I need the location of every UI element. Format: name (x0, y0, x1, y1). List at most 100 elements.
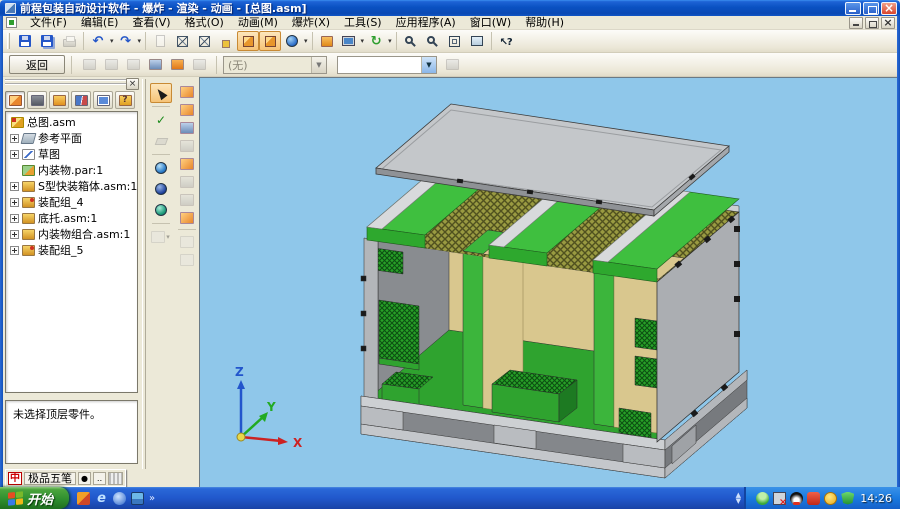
antivirus-shield-icon[interactable] (841, 492, 854, 505)
ime-language-indicator[interactable]: 中 (8, 472, 22, 485)
sketch-validate-button[interactable] (150, 110, 172, 130)
coin-utility-icon[interactable] (824, 492, 837, 505)
apply-config-button[interactable] (441, 55, 463, 75)
explode-config-button[interactable] (122, 55, 144, 75)
taskbar-clock[interactable]: 14:26 (860, 492, 892, 505)
tree-item-contents-combo[interactable]: 内装物组合.asm:1 (6, 226, 137, 242)
dropdown-arrow[interactable]: ▾ (166, 233, 170, 241)
paste-button[interactable] (149, 31, 171, 51)
explode-auto-button[interactable] (78, 55, 100, 75)
select-tool-button[interactable] (150, 83, 172, 103)
close-button[interactable] (881, 2, 897, 15)
render-dropdown-arrow[interactable]: ▾ (304, 37, 308, 45)
menu-view[interactable]: 查看(V) (125, 16, 177, 30)
im-online-icon[interactable] (756, 492, 769, 505)
undo-button[interactable] (87, 31, 109, 51)
zoom-button[interactable] (422, 31, 444, 51)
animate-assembly-button[interactable] (176, 101, 198, 118)
ime-bar[interactable]: 中 极品五笔 ● ‥ (5, 469, 126, 487)
tab-library[interactable] (27, 91, 47, 109)
settings-tool-button[interactable] (188, 55, 210, 75)
print-button[interactable] (58, 31, 80, 51)
rotate-view-button[interactable] (365, 31, 387, 51)
expand-icon[interactable] (10, 214, 19, 223)
tree-item-sketch[interactable]: 草图 (6, 146, 137, 162)
tab-layers[interactable] (71, 91, 91, 109)
qq-messenger-icon[interactable] (790, 492, 803, 505)
tab-sensors[interactable] (93, 91, 113, 109)
menu-applications[interactable]: 应用程序(A) (389, 16, 463, 30)
name-combobox[interactable]: ▼ (337, 56, 437, 74)
mdi-minimize-button[interactable] (849, 17, 863, 29)
toolbar-grip[interactable] (7, 33, 10, 49)
media-app-icon[interactable] (77, 492, 90, 505)
ime-mode-icon[interactable]: ● (78, 472, 91, 485)
tree-item-group-5[interactable]: 装配组_5 (6, 242, 137, 258)
display-dropdown-arrow[interactable]: ▾ (361, 37, 365, 45)
undo-dropdown-arrow[interactable]: ▾ (110, 37, 114, 45)
previous-view-button[interactable] (466, 31, 488, 51)
tab-alternate[interactable] (49, 91, 69, 109)
messenger-icon[interactable] (113, 492, 126, 505)
mdi-restore-button[interactable] (865, 17, 879, 29)
render-sphere-button[interactable] (281, 31, 303, 51)
save-button[interactable] (14, 31, 36, 51)
return-button[interactable]: 返回 (9, 55, 65, 74)
menu-tools[interactable]: 工具(S) (337, 16, 389, 30)
tab-help[interactable] (115, 91, 135, 109)
move-part-button[interactable] (176, 119, 198, 136)
menu-edit[interactable]: 编辑(E) (74, 16, 126, 30)
3d-model-canvas[interactable]: Z X Y (207, 78, 897, 487)
expand-icon[interactable] (10, 150, 19, 159)
mdi-close-button[interactable] (881, 17, 895, 29)
small-cube-button[interactable] (215, 31, 237, 51)
expand-icon[interactable] (10, 198, 19, 207)
expand-icon[interactable] (10, 246, 19, 255)
tree-item-s-type-box[interactable]: S型快装箱体.asm:1 (6, 178, 137, 194)
render-tool-button[interactable] (166, 55, 188, 75)
motor-button[interactable] (176, 209, 198, 226)
panel-close-icon[interactable]: × (126, 78, 139, 90)
grid-option-1-button[interactable] (176, 233, 198, 250)
expand-icon[interactable] (10, 134, 19, 143)
explode-parts-button[interactable] (176, 83, 198, 100)
more-view-tools-button[interactable]: ▾ (150, 227, 172, 247)
restore-button[interactable] (863, 2, 879, 15)
3d-viewport[interactable]: Z X Y (199, 77, 897, 487)
show-desktop-icon[interactable] (131, 492, 144, 505)
expand-icon[interactable] (10, 230, 19, 239)
internet-explorer-icon[interactable]: e (95, 492, 108, 505)
tree-item-ref-planes[interactable]: 参考平面 (6, 130, 137, 146)
security-alert-icon[interactable] (807, 492, 820, 505)
unbind-button[interactable] (176, 191, 198, 208)
wireframe-view-button[interactable] (171, 31, 193, 51)
quick-launch-more-chevron[interactable]: » (149, 493, 155, 504)
panel-splitter[interactable] (142, 79, 146, 469)
menu-explode[interactable]: 爆炸(X) (285, 16, 337, 30)
expand-icon[interactable] (10, 182, 19, 191)
explode-manual-button[interactable] (100, 55, 122, 75)
flow-line-button[interactable] (176, 137, 198, 154)
redo-dropdown-arrow[interactable]: ▾ (138, 37, 142, 45)
view-manager-button[interactable] (316, 31, 338, 51)
whats-this-button[interactable] (495, 31, 517, 51)
modify-explode-button[interactable] (176, 155, 198, 172)
menu-file[interactable]: 文件(F) (23, 16, 74, 30)
fit-view-button[interactable] (444, 31, 466, 51)
menu-animation[interactable]: 动画(M) (231, 16, 285, 30)
menu-window[interactable]: 窗口(W) (463, 16, 518, 30)
tree-item-contents-part[interactable]: 内装物.par:1 (6, 162, 137, 178)
edges-sphere-button[interactable] (150, 179, 172, 199)
panel-grip[interactable]: × (5, 79, 139, 88)
ime-method-name[interactable]: 极品五笔 (24, 472, 76, 485)
redo-button[interactable] (115, 31, 137, 51)
config-combobox[interactable]: (无) ▼ (223, 56, 327, 74)
animation-tool-button[interactable] (144, 55, 166, 75)
ime-keyboard-icon[interactable] (108, 472, 123, 485)
tree-item-base-tray[interactable]: 底托.asm:1 (6, 210, 137, 226)
bind-button[interactable] (176, 173, 198, 190)
menu-help[interactable]: 帮助(H) (518, 16, 571, 30)
grid-option-2-button[interactable] (176, 251, 198, 268)
chevron-down-icon[interactable]: ▼ (421, 57, 436, 73)
wireframe-sphere-button[interactable] (150, 200, 172, 220)
